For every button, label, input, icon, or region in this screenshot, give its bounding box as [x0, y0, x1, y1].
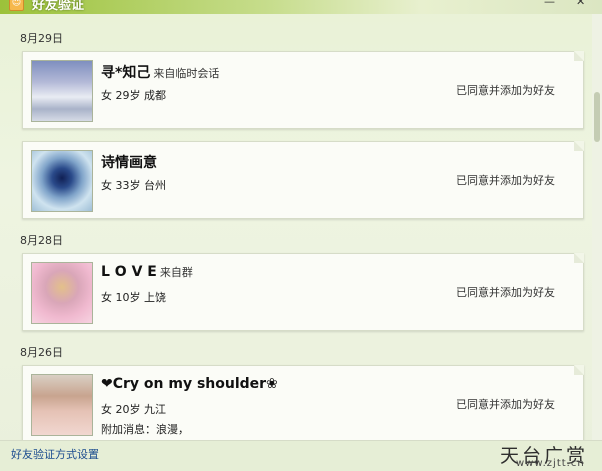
avatar[interactable] — [31, 262, 93, 324]
avatar[interactable] — [31, 374, 93, 436]
user-info: 女 33岁 台州 — [101, 179, 166, 192]
scrollbar-thumb[interactable] — [594, 92, 600, 142]
avatar[interactable] — [31, 150, 93, 212]
request-source: 来自群 — [159, 266, 193, 279]
friend-request-card[interactable]: L O V E 来自群 女 10岁 上饶 已同意并添加为好友 — [22, 253, 584, 331]
request-list[interactable]: 8月29日 寻*知己 来自临时会话 女 29岁 成都 已同意并添加为好友 诗情画意… — [0, 14, 590, 440]
user-info: 女 29岁 成都 — [101, 89, 166, 102]
user-info: 女 10岁 上饶 — [101, 291, 166, 304]
request-status: 已同意并添加为好友 — [456, 84, 555, 97]
window-title: 好友验证 — [32, 0, 85, 13]
qq-verify-icon: ☺ — [9, 0, 24, 11]
user-info: 女 20岁 九江 — [101, 403, 166, 416]
close-icon[interactable]: ✕ — [576, 0, 585, 8]
avatar[interactable] — [31, 60, 93, 122]
watermark-url: www.zjtt.cn — [516, 458, 585, 469]
nickname[interactable]: 诗情画意 — [101, 152, 157, 172]
page-fold — [574, 253, 584, 263]
verify-settings-link[interactable]: 好友验证方式设置 — [11, 446, 99, 462]
date-header: 8月26日 — [20, 346, 63, 359]
nickname[interactable]: 寻*知己 来自临时会话 — [101, 62, 219, 82]
date-header: 8月29日 — [20, 32, 63, 45]
nickname[interactable]: L O V E 来自群 — [101, 264, 193, 280]
minimize-icon[interactable]: — — [544, 0, 555, 8]
page-fold — [574, 141, 584, 151]
request-status: 已同意并添加为好友 — [456, 174, 555, 187]
scrollbar-track[interactable] — [592, 14, 602, 444]
nickname[interactable]: ❤Cry on my shoulder❀ — [101, 376, 278, 392]
date-header: 8月28日 — [20, 234, 63, 247]
page-fold — [574, 365, 584, 375]
friend-request-card[interactable]: ❤Cry on my shoulder❀ 女 20岁 九江 附加消息：浪漫， 已… — [22, 365, 584, 440]
attached-message: 附加消息：浪漫， — [101, 423, 189, 436]
footer-bar: 好友验证方式设置 天台广赏 www.zjtt.cn — [0, 440, 602, 471]
request-status: 已同意并添加为好友 — [456, 398, 555, 411]
page-fold — [574, 51, 584, 61]
request-source: 来自临时会话 — [153, 67, 220, 80]
request-status: 已同意并添加为好友 — [456, 286, 555, 299]
title-bar[interactable]: ☺ 好友验证 — ✕ — [0, 0, 602, 14]
friend-request-card[interactable]: 诗情画意 女 33岁 台州 已同意并添加为好友 — [22, 141, 584, 219]
friend-request-card[interactable]: 寻*知己 来自临时会话 女 29岁 成都 已同意并添加为好友 — [22, 51, 584, 129]
